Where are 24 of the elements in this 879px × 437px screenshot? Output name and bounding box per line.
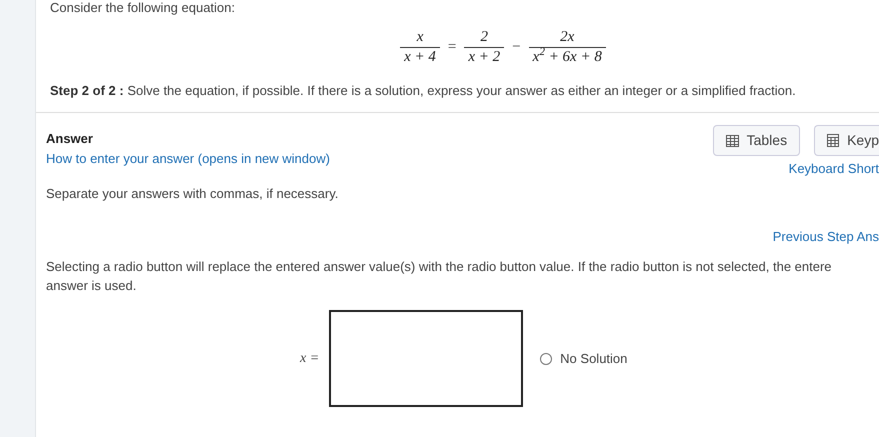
fraction-numerator: 2x [559,28,576,47]
answer-field[interactable] [329,310,524,407]
tables-button[interactable]: Tables [712,125,800,156]
radio-button[interactable] [540,352,552,364]
fraction-numerator: 2 [480,28,490,47]
fraction-denominator: x + 2 [467,48,502,66]
step-instruction: Step 2 of 2 : Solve the equation, if possible. If there is a solution, express your answer as either an integer or a simplified fraction. [50,82,797,100]
intro-text: Consider the following equation: [50,0,236,14]
fraction-denominator: x$^{2}$ + 6x + 8 [532,48,603,66]
table-icon [726,134,739,146]
radio-instruction: Selecting a radio button will replace the entered answer value(s) with the radio button value. If the radio button is not selected, the entere answer is used. [46,258,833,295]
previous-step-link[interactable]: Previous Step Ans [772,226,879,246]
help-link[interactable]: How to enter your answer (opens in new window) [46,148,338,168]
math-operator: = [448,38,456,57]
radio-label: No Solution [560,350,628,368]
fraction-numerator: x [416,28,424,47]
calculator-icon [827,134,840,147]
keypad-button[interactable]: Keyp [814,125,879,156]
keyboard-shortcuts-link[interactable]: Keyboard Short [788,159,879,178]
answer-heading: Answer [46,130,94,148]
separator-hint: Separate your answers with commas, if necessary. [46,185,338,203]
math-operator: − [512,38,521,57]
input-label: x = [300,350,320,368]
fraction-denominator: x + 4 [403,48,437,66]
